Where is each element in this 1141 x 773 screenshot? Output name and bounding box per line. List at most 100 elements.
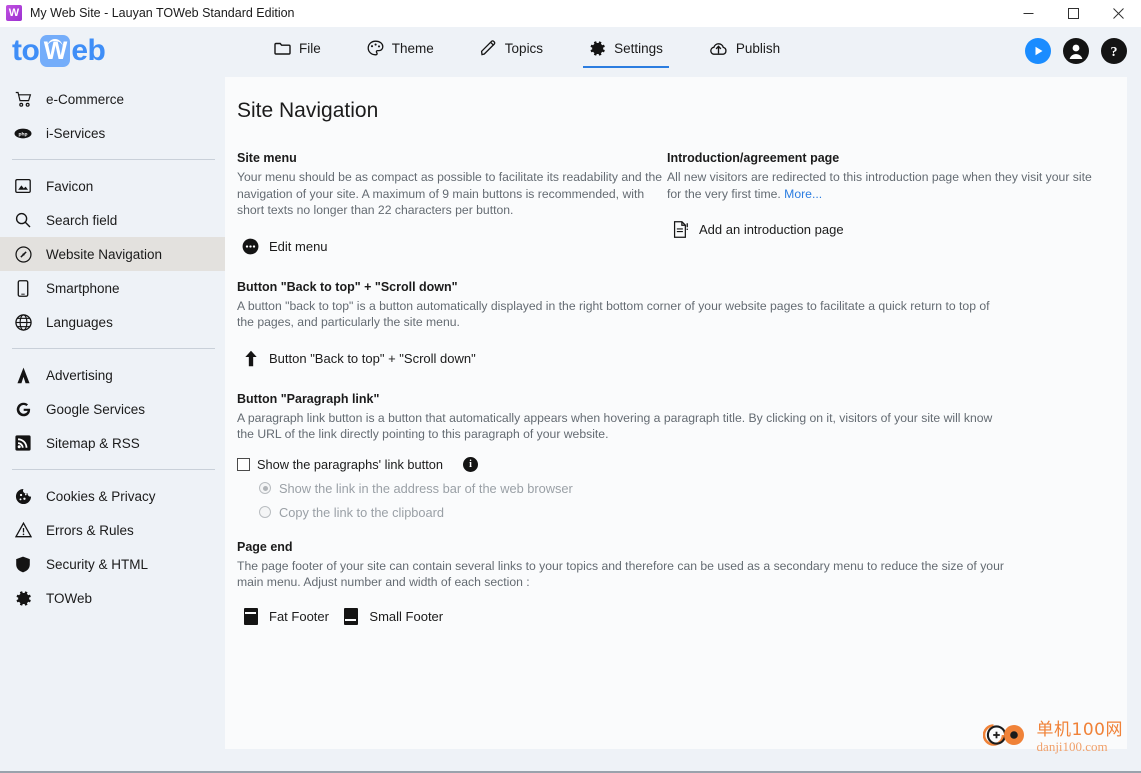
- radio-clipboard[interactable]: [259, 506, 271, 518]
- sidebar-item-website-navigation[interactable]: Website Navigation: [0, 237, 225, 271]
- gear-icon: [589, 40, 606, 57]
- sidebar-item-label: i-Services: [46, 125, 106, 141]
- show-paragraph-link-label: Show the paragraphs' link button: [257, 456, 443, 472]
- paragraph-link-option-address-bar[interactable]: Show the link in the address bar of the …: [259, 481, 1103, 496]
- edit-menu-button[interactable]: Edit menu: [237, 235, 332, 258]
- cookie-icon: [14, 487, 32, 505]
- tab-publish[interactable]: Publish: [703, 35, 786, 68]
- sidebar-item-i-services[interactable]: php i-Services: [0, 116, 225, 150]
- minimize-button[interactable]: [1006, 0, 1051, 27]
- page-title: Site Navigation: [237, 99, 379, 122]
- sidebar-item-errors-rules[interactable]: Errors & Rules: [0, 513, 225, 547]
- radio-address-bar[interactable]: [259, 482, 271, 494]
- search-icon: [14, 211, 32, 229]
- account-button[interactable]: [1063, 38, 1089, 64]
- preview-button[interactable]: [1025, 38, 1051, 64]
- add-introduction-page-label: Add an introduction page: [699, 222, 844, 237]
- sidebar-item-label: Favicon: [46, 178, 94, 194]
- pencil-icon: [480, 40, 497, 57]
- cloud-upload-icon: [709, 41, 728, 57]
- window-controls: [1006, 0, 1141, 27]
- sidebar-item-search-field[interactable]: Search field: [0, 203, 225, 237]
- new-document-icon: [671, 220, 690, 239]
- sidebar-item-cookies-privacy[interactable]: Cookies & Privacy: [0, 479, 225, 513]
- tab-settings[interactable]: Settings: [583, 34, 669, 68]
- maximize-button[interactable]: [1051, 0, 1096, 27]
- settings-panel: Site Navigation Site menu Your menu shou…: [225, 77, 1127, 749]
- sidebar-item-toweb[interactable]: TOWeb: [0, 581, 225, 615]
- palette-icon: [367, 40, 384, 57]
- logo-text-eb: eb: [71, 34, 106, 67]
- sidebar-item-label: Errors & Rules: [46, 522, 134, 538]
- application-window: My Web Site - Lauyan TOWeb Standard Edit…: [0, 0, 1141, 773]
- sidebar-item-label: Smartphone: [46, 280, 120, 296]
- sidebar-item-label: e-Commerce: [46, 91, 125, 107]
- sidebar-item-languages[interactable]: Languages: [0, 305, 225, 339]
- sidebar-item-label: Advertising: [46, 367, 113, 383]
- close-button[interactable]: [1096, 0, 1141, 27]
- show-paragraph-link-checkbox-row[interactable]: Show the paragraphs' link button i: [237, 456, 1103, 472]
- paragraph-link-heading: Button "Paragraph link": [237, 391, 380, 406]
- logo-text-to: to: [12, 34, 40, 67]
- gear-icon: [14, 589, 32, 607]
- main-toolbar: to Web File Theme Topics Settings Publis…: [0, 27, 1141, 75]
- title-bar: My Web Site - Lauyan TOWeb Standard Edit…: [0, 0, 1141, 27]
- fat-footer-label: Fat Footer: [269, 608, 329, 624]
- google-icon: [14, 400, 32, 418]
- sidebar-item-label: Google Services: [46, 401, 146, 417]
- tab-label: Theme: [391, 41, 434, 56]
- rss-icon: [14, 434, 32, 452]
- tab-file[interactable]: File: [268, 35, 327, 67]
- radio-label: Show the link in the address bar of the …: [279, 480, 573, 496]
- fat-footer-icon: [241, 607, 260, 626]
- paragraph-link-option-clipboard[interactable]: Copy the link to the clipboard: [259, 505, 1103, 520]
- toweb-app-icon: [6, 5, 22, 21]
- site-menu-section: Site menu Your menu should be as compact…: [237, 151, 667, 260]
- back-to-top-description: A button "back to top" is a button autom…: [237, 298, 990, 330]
- show-paragraph-link-checkbox[interactable]: [237, 457, 250, 471]
- sidebar-item-smartphone[interactable]: Smartphone: [0, 271, 225, 305]
- small-footer-label: Small Footer: [369, 608, 444, 624]
- back-to-top-button[interactable]: Button "Back to top" + "Scroll down": [237, 347, 480, 370]
- introduction-description-text: All new visitors are redirected to this …: [667, 170, 1092, 201]
- page-end-section: Page end The page footer of your site ca…: [237, 540, 1103, 630]
- warning-triangle-icon: [14, 521, 32, 539]
- add-introduction-page-button[interactable]: Add an introduction page: [667, 218, 848, 241]
- tab-label: Topics: [504, 41, 544, 56]
- sidebar-item-label: Search field: [46, 212, 118, 228]
- sidebar-item-label: Cookies & Privacy: [46, 488, 156, 504]
- sidebar-item-e-commerce[interactable]: e-Commerce: [0, 82, 225, 116]
- more-link[interactable]: More...: [784, 187, 822, 201]
- sidebar-divider: [12, 348, 215, 349]
- small-footer-icon: [341, 607, 360, 626]
- window-title: My Web Site - Lauyan TOWeb Standard Edit…: [30, 6, 295, 20]
- sidebar-item-label: Languages: [46, 314, 113, 330]
- tab-topics[interactable]: Topics: [474, 34, 549, 68]
- back-to-top-label: Button "Back to top" + "Scroll down": [269, 350, 476, 366]
- sidebar-item-label: Sitemap & RSS: [46, 435, 140, 451]
- paragraph-link-section: Button "Paragraph link" A paragraph link…: [237, 392, 1103, 520]
- edit-menu-label: Edit menu: [269, 238, 328, 254]
- info-icon[interactable]: i: [463, 456, 478, 472]
- globe-icon: [14, 313, 32, 331]
- sidebar-item-sitemap-rss[interactable]: Sitemap & RSS: [0, 426, 225, 460]
- page-end-description: The page footer of your site can contain…: [237, 558, 1004, 590]
- paragraph-link-description: A paragraph link button is a button that…: [237, 410, 993, 442]
- tab-label: Publish: [735, 41, 781, 56]
- compass-icon: [14, 245, 32, 263]
- sidebar-item-security-html[interactable]: Security & HTML: [0, 547, 225, 581]
- small-footer-button[interactable]: Small Footer: [337, 605, 447, 628]
- logo-badge-w: W: [40, 35, 71, 67]
- sidebar-item-label: Security & HTML: [46, 556, 149, 572]
- sidebar-item-favicon[interactable]: Favicon: [0, 169, 225, 203]
- tab-theme[interactable]: Theme: [361, 34, 440, 68]
- top-sections: Site menu Your menu should be as compact…: [237, 151, 1103, 260]
- introduction-heading: Introduction/agreement page: [667, 151, 840, 165]
- toolbar-actions: ?: [1025, 27, 1127, 75]
- toolbar-tabs: File Theme Topics Settings Publish: [268, 34, 786, 68]
- folder-icon: [274, 41, 291, 56]
- help-button[interactable]: ?: [1101, 38, 1127, 64]
- sidebar-item-advertising[interactable]: Advertising: [0, 358, 225, 392]
- fat-footer-button[interactable]: Fat Footer: [237, 605, 333, 628]
- sidebar-item-google-services[interactable]: Google Services: [0, 392, 225, 426]
